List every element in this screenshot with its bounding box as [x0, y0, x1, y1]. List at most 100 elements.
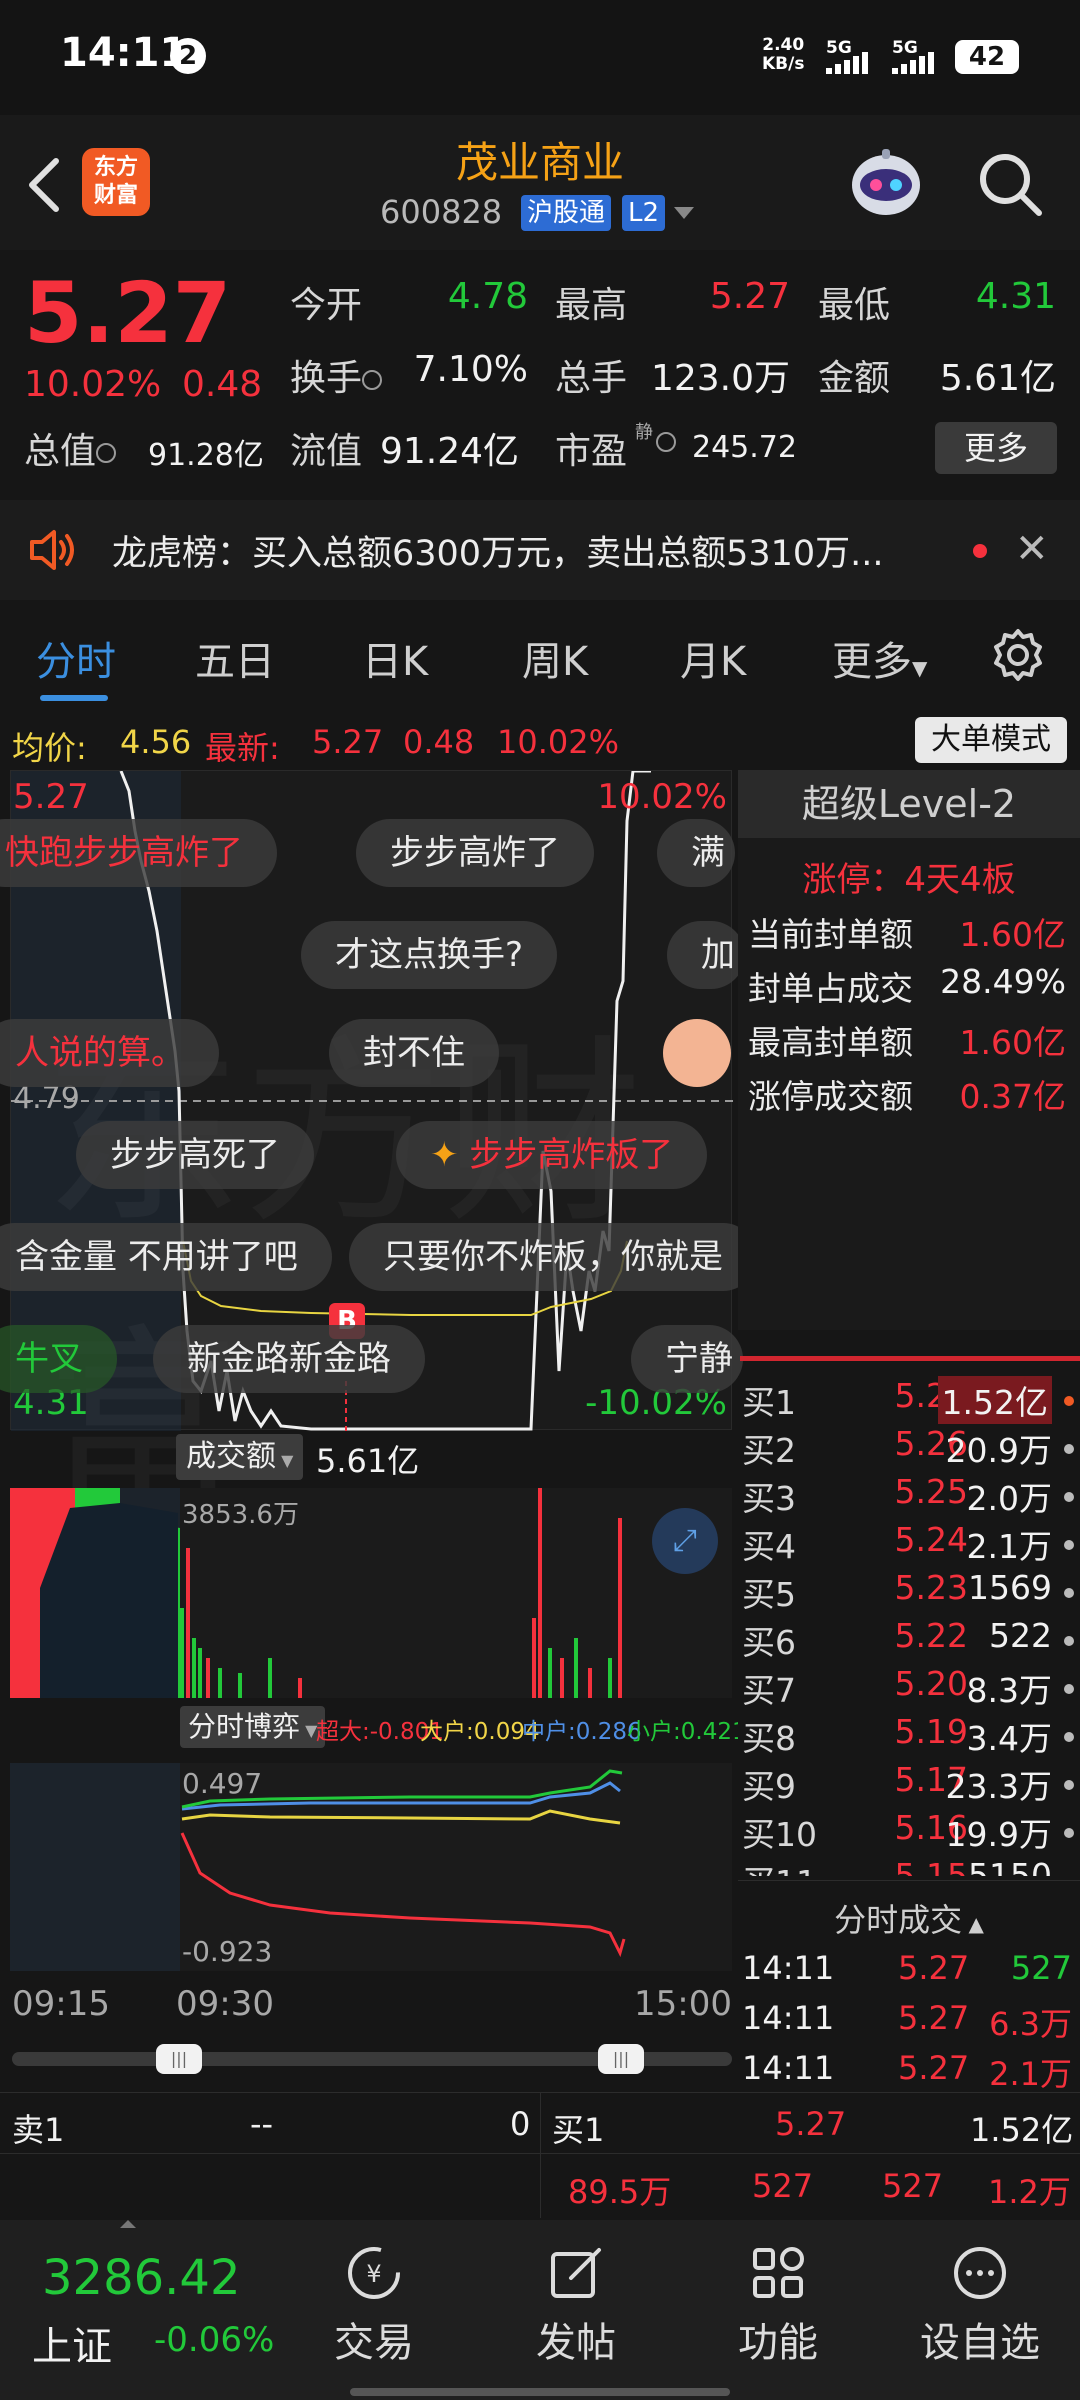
big-order-mode-button[interactable]: 大单模式 [915, 717, 1067, 763]
pe-label: 市盈 [555, 431, 628, 472]
comment-bullet[interactable]: 才这点换手? [301, 921, 558, 989]
comment-bullet[interactable]: 满 [657, 819, 735, 887]
search-icon[interactable] [975, 149, 1045, 219]
flow-max-label: 0.497 [182, 1767, 263, 1800]
bid-row[interactable]: 买9 5.17 23.3万 [738, 1760, 1080, 1808]
bid-price: 5.15 [894, 1856, 968, 1876]
nav-trade-label: 交易 [334, 2320, 414, 2366]
comment-bullet[interactable]: 只要你不炸板，你就是 [349, 1223, 757, 1291]
gear-icon[interactable] [990, 627, 1046, 683]
queue-order: 89.5万 [568, 2173, 672, 2211]
tick-time: 14:11 [742, 1949, 835, 1987]
bid-row[interactable]: 买2 5.26 20.9万 [738, 1424, 1080, 1472]
bid-dot [1064, 1732, 1074, 1742]
tab-more[interactable]: 更多▼ [832, 629, 927, 687]
avg-price-label: 均价: [12, 729, 87, 767]
tab-intraday[interactable]: 分时 [36, 629, 116, 687]
comment-bullet[interactable]: 加 [667, 921, 745, 989]
emoji-avatar-icon[interactable] [663, 1019, 731, 1087]
open-value: 4.78 [447, 276, 528, 317]
volume-label: 总手 [555, 358, 628, 399]
comment-bullet[interactable]: 宁静 [631, 1325, 743, 1393]
tick-trades-panel[interactable]: 分时成交 ▲ 14:11 5.27 527 14:11 5.27 6.3万 14:11 5… [738, 1880, 1080, 2093]
flow-small: 小户:0.421 [627, 1719, 747, 1745]
bid-dot [1064, 1492, 1074, 1502]
comment-bullet[interactable]: 人说的算。 [0, 1019, 219, 1087]
latest-label: 最新: [205, 729, 280, 767]
network-speed: 2.40 KB/s [762, 36, 804, 74]
bid-row[interactable]: 买1 5.27 1.52亿 [738, 1376, 1080, 1424]
range-slider-right-handle[interactable]: ||| [598, 2044, 644, 2074]
latest-change: 0.48 [403, 723, 475, 761]
bid-row[interactable]: 买4 5.24 2.1万 [738, 1520, 1080, 1568]
status-time: 14:11 [60, 30, 188, 76]
trade-icon: ¥ [348, 2247, 400, 2299]
tick-trades-title[interactable]: 分时成交 ▲ [738, 1895, 1080, 1941]
comment-bullet[interactable]: 含金量 不用讲了吧 [0, 1223, 332, 1291]
buy1-volume: 1.52亿 [970, 2111, 1074, 2149]
queue-order: 527 [882, 2167, 944, 2205]
news-ticker[interactable]: 龙虎榜：买入总额6300万元，卖出总额5310万... ✕ [0, 500, 1080, 600]
bid-dot [1064, 1444, 1074, 1454]
amount-dropdown-label: 成交额 [186, 1439, 276, 1474]
tab-monthly-k[interactable]: 月K [680, 629, 746, 687]
bid-row[interactable]: 买6 5.22 522 [738, 1616, 1080, 1664]
bid-row[interactable]: 买7 5.20 8.3万 [738, 1664, 1080, 1712]
comment-bullet[interactable]: 快跑步步高炸了 [0, 819, 277, 887]
bid-volume: 5150 [968, 1856, 1052, 1876]
nav-add-watchlist[interactable]: 设自选 [880, 2230, 1080, 2368]
comment-bullet[interactable]: 封不住 [329, 1019, 499, 1087]
bid-level: 买9 [742, 1767, 796, 1806]
bid-volume: 522 [989, 1616, 1052, 1655]
caret-up-icon: ▲ [962, 1912, 984, 1936]
limit-up-streak: 涨停：4天4板 [802, 860, 1016, 900]
caret-down-icon: ▼ [300, 1721, 318, 1740]
tab-weekly-k[interactable]: 周K [522, 629, 588, 687]
change-percent: 10.02% [24, 364, 162, 405]
sell1-label: 卖1 [12, 2111, 65, 2149]
buy1-label: 买1 [552, 2111, 605, 2149]
close-icon[interactable]: ✕ [1015, 526, 1049, 572]
more-button[interactable]: 更多 [935, 422, 1057, 474]
nav-function[interactable]: 功能 [678, 2230, 878, 2368]
bid-level: 买1 [742, 1383, 796, 1422]
range-slider-left-handle[interactable]: ||| [156, 2044, 202, 2074]
nav-post[interactable]: 发帖 [476, 2230, 676, 2368]
comment-bullet[interactable]: 新金路新金路 [153, 1325, 425, 1393]
bid-row[interactable]: 买11 5.155150 [738, 1856, 1080, 1876]
bid-ladder[interactable]: 买1 5.27 1.52亿 买2 5.26 20.9万 买3 5.25 2.0万 买4 5.2… [738, 1376, 1080, 1876]
bid-row[interactable]: 买3 5.25 2.0万 [738, 1472, 1080, 1520]
info-icon[interactable] [656, 432, 676, 456]
intraday-chart[interactable]: 东方财富 5.27 10.02% 4.79 4.31 -10.02% B 快跑步… [0, 770, 757, 1541]
bid-volume: 1569 [968, 1568, 1052, 1607]
comment-bullet[interactable]: 步步高炸了 [356, 819, 594, 887]
info-icon[interactable] [362, 370, 383, 390]
bid-row[interactable]: 买5 5.23 1569 [738, 1568, 1080, 1616]
bid-volume: 20.9万 [945, 1431, 1052, 1470]
bid-row[interactable]: 买10 5.16 19.9万 [738, 1808, 1080, 1856]
bid-level: 买11 [742, 1856, 817, 1876]
comment-bullet[interactable]: 牛叉 [0, 1325, 117, 1393]
firecracker-icon: ✦ [430, 1135, 470, 1175]
bid-row[interactable]: 买8 5.19 3.4万 [738, 1712, 1080, 1760]
expand-icon[interactable]: ⤢ [652, 1508, 718, 1574]
nav-trade[interactable]: ¥ 交易 [274, 2230, 474, 2368]
robot-assistant-icon[interactable] [845, 145, 927, 225]
fund-flow-chart-svg [10, 1763, 626, 1971]
bid-level: 买8 [742, 1719, 796, 1758]
float-label: 流值 [290, 431, 363, 472]
tab-daily-k[interactable]: 日K [362, 629, 428, 687]
news-text[interactable]: 龙虎榜：买入总额6300万元，卖出总额5310万... [112, 525, 884, 576]
level2-title[interactable]: 超级Level-2 [738, 770, 1080, 838]
info-icon[interactable] [96, 443, 117, 463]
bid-price: 5.22 [894, 1616, 968, 1655]
flow-dropdown[interactable]: 分时博弈 ▼ [180, 1706, 326, 1748]
comment-bullet[interactable]: 步步高死了 [76, 1121, 314, 1189]
amount-dropdown[interactable]: 成交额 ▼ [176, 1434, 304, 1480]
stock-switch-chevron-icon[interactable] [674, 207, 694, 219]
bid-dot [1064, 1684, 1074, 1694]
tab-five-day[interactable]: 五日 [195, 629, 275, 687]
bid-dot [1064, 1588, 1074, 1598]
comment-bullet[interactable]: ✦ 步步高炸板了 [396, 1121, 708, 1189]
index-ticker[interactable]: 3286.42 上证 -0.06% [20, 2220, 290, 2380]
